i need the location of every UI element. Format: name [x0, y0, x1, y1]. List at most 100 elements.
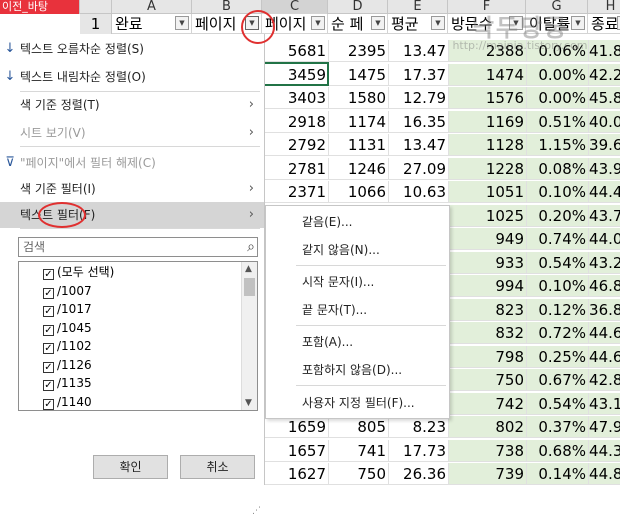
table-cell[interactable]: 742 [449, 392, 527, 415]
table-cell[interactable]: 750 [329, 463, 389, 485]
submenu-item[interactable]: 사용자 지정 필터(F)... [266, 389, 449, 417]
filter-dropdown-button[interactable]: ▼ [175, 16, 189, 30]
table-cell[interactable]: 1.15% [527, 134, 589, 156]
table-cell[interactable]: 2781 [263, 157, 329, 180]
table-cell[interactable]: 0.51% [527, 110, 589, 133]
filter-dropdown-button[interactable]: ▼ [311, 16, 325, 30]
submenu-item[interactable]: 같지 않음(N)... [266, 236, 449, 264]
checkbox[interactable]: ✓ [43, 306, 54, 317]
menu-item[interactable]: 색 기준 필터(I) › [0, 176, 264, 202]
table-cell[interactable]: 1174 [329, 110, 389, 133]
table-cell[interactable]: 3403 [263, 87, 329, 109]
table-cell[interactable]: 13.47 [389, 134, 449, 156]
table-cell[interactable]: 1025 [449, 204, 527, 227]
table-cell[interactable]: 2371 [263, 181, 329, 203]
table-cell[interactable]: 2388 [449, 40, 527, 62]
table-cell[interactable]: 44.45 [589, 181, 620, 203]
table-cell[interactable]: 2918 [263, 110, 329, 133]
submenu-item[interactable]: 포함하지 않음(D)... [266, 356, 449, 384]
table-cell[interactable]: 739 [449, 463, 527, 485]
list-item[interactable]: ✓/1140 [43, 393, 92, 411]
resize-grip-icon[interactable]: ⋰ [252, 506, 261, 516]
table-cell[interactable]: 1580 [329, 87, 389, 109]
table-cell[interactable]: 1169 [449, 110, 527, 133]
column-header-h[interactable]: H [588, 0, 620, 14]
header-cell[interactable]: 종료▼ [588, 14, 620, 34]
table-cell[interactable]: 1051 [449, 181, 527, 203]
table-cell[interactable]: 43.72 [589, 204, 620, 227]
table-cell[interactable]: 47.98 [589, 416, 620, 438]
table-cell[interactable]: 949 [449, 228, 527, 250]
table-cell[interactable]: 0.37% [527, 416, 589, 438]
table-cell[interactable]: 46.82 [589, 275, 620, 297]
checkbox[interactable]: ✓ [43, 361, 54, 373]
name-box[interactable]: 이전_바탕 [0, 0, 80, 14]
table-cell[interactable]: 17.37 [389, 63, 449, 86]
table-cell[interactable]: 0.74% [527, 228, 589, 250]
table-cell[interactable]: 805 [329, 416, 389, 438]
column-header-e[interactable]: E [388, 0, 448, 14]
menu-item[interactable]: ↓ 텍스트 내림차순 정렬(O) [0, 64, 264, 90]
cancel-button[interactable]: 취소 [180, 455, 255, 479]
table-cell[interactable]: 0.06% [527, 40, 589, 62]
table-cell[interactable]: 1474 [449, 63, 527, 86]
submenu-item[interactable]: 포함(A)... [266, 328, 449, 356]
table-cell[interactable]: 933 [449, 251, 527, 274]
checkbox[interactable]: ✓ [43, 287, 54, 299]
submenu-item[interactable]: 시작 문자(I)... [266, 268, 449, 296]
table-cell[interactable]: 13.47 [389, 40, 449, 62]
scroll-up-icon[interactable]: ▲ [245, 264, 252, 274]
menu-item[interactable]: ↓ 텍스트 오름차순 정렬(S) [0, 36, 264, 62]
table-cell[interactable]: 26.36 [389, 463, 449, 485]
filter-dropdown-button[interactable]: ▼ [509, 16, 523, 30]
filter-dropdown-button[interactable]: ▼ [371, 16, 385, 30]
checkbox[interactable]: ✓ [43, 343, 54, 354]
table-cell[interactable]: 750 [449, 369, 527, 391]
column-header-c[interactable]: C [262, 0, 328, 14]
table-cell[interactable]: 802 [449, 416, 527, 438]
table-cell[interactable]: 12.79 [389, 87, 449, 109]
column-header-g[interactable]: G [526, 0, 588, 14]
table-cell[interactable]: 0.72% [527, 322, 589, 344]
table-cell[interactable]: 27.09 [389, 157, 449, 180]
table-cell[interactable]: 44.64 [589, 345, 620, 368]
table-cell[interactable]: 8.23 [389, 416, 449, 438]
table-cell[interactable]: 1576 [449, 87, 527, 109]
column-header-f[interactable]: F [448, 0, 526, 14]
table-cell[interactable]: 43.19 [589, 392, 620, 415]
table-cell[interactable]: 0.08% [527, 157, 589, 180]
table-cell[interactable]: 0.67% [527, 369, 589, 391]
table-cell[interactable]: 2792 [263, 134, 329, 156]
table-cell[interactable]: 16.35 [389, 110, 449, 133]
table-cell[interactable]: 0.54% [527, 251, 589, 274]
checkbox[interactable]: ✓ [43, 269, 54, 280]
list-item[interactable]: ✓/1102 [43, 337, 92, 355]
table-cell[interactable]: 0.25% [527, 345, 589, 368]
submenu-item[interactable]: 끝 문자(T)... [266, 296, 449, 324]
table-cell[interactable]: 1627 [263, 463, 329, 485]
table-cell[interactable]: 44.05 [589, 228, 620, 250]
table-cell[interactable]: 0.00% [527, 63, 589, 86]
table-cell[interactable]: 0.14% [527, 463, 589, 485]
list-scrollbar[interactable]: ▲ ▼ [241, 262, 257, 410]
table-cell[interactable]: 44.30 [589, 439, 620, 462]
list-item[interactable]: ✓/1135 [43, 374, 92, 392]
submenu-item[interactable]: 같음(E)... [266, 208, 449, 236]
list-item[interactable]: ✓/1126 [43, 356, 92, 374]
table-cell[interactable]: 42.82 [589, 369, 620, 391]
checkbox[interactable]: ✓ [43, 380, 54, 391]
ok-button[interactable]: 확인 [93, 455, 168, 479]
table-cell[interactable]: 0.68% [527, 439, 589, 462]
table-cell[interactable]: 823 [449, 298, 527, 321]
row-header-1[interactable]: 1 [80, 14, 112, 34]
scroll-down-icon[interactable]: ▼ [245, 398, 252, 408]
table-cell[interactable]: 5681 [263, 40, 329, 62]
table-cell[interactable]: 0.20% [527, 204, 589, 227]
column-header-d[interactable]: D [328, 0, 388, 14]
table-cell[interactable]: 1131 [329, 134, 389, 156]
table-cell[interactable]: 43.95 [589, 157, 620, 180]
menu-item[interactable]: ⊽ "페이지"에서 필터 해제(C) [0, 150, 264, 176]
scroll-thumb[interactable] [244, 278, 255, 296]
table-cell[interactable]: 0.10% [527, 181, 589, 203]
table-cell[interactable]: 36.89 [589, 298, 620, 321]
